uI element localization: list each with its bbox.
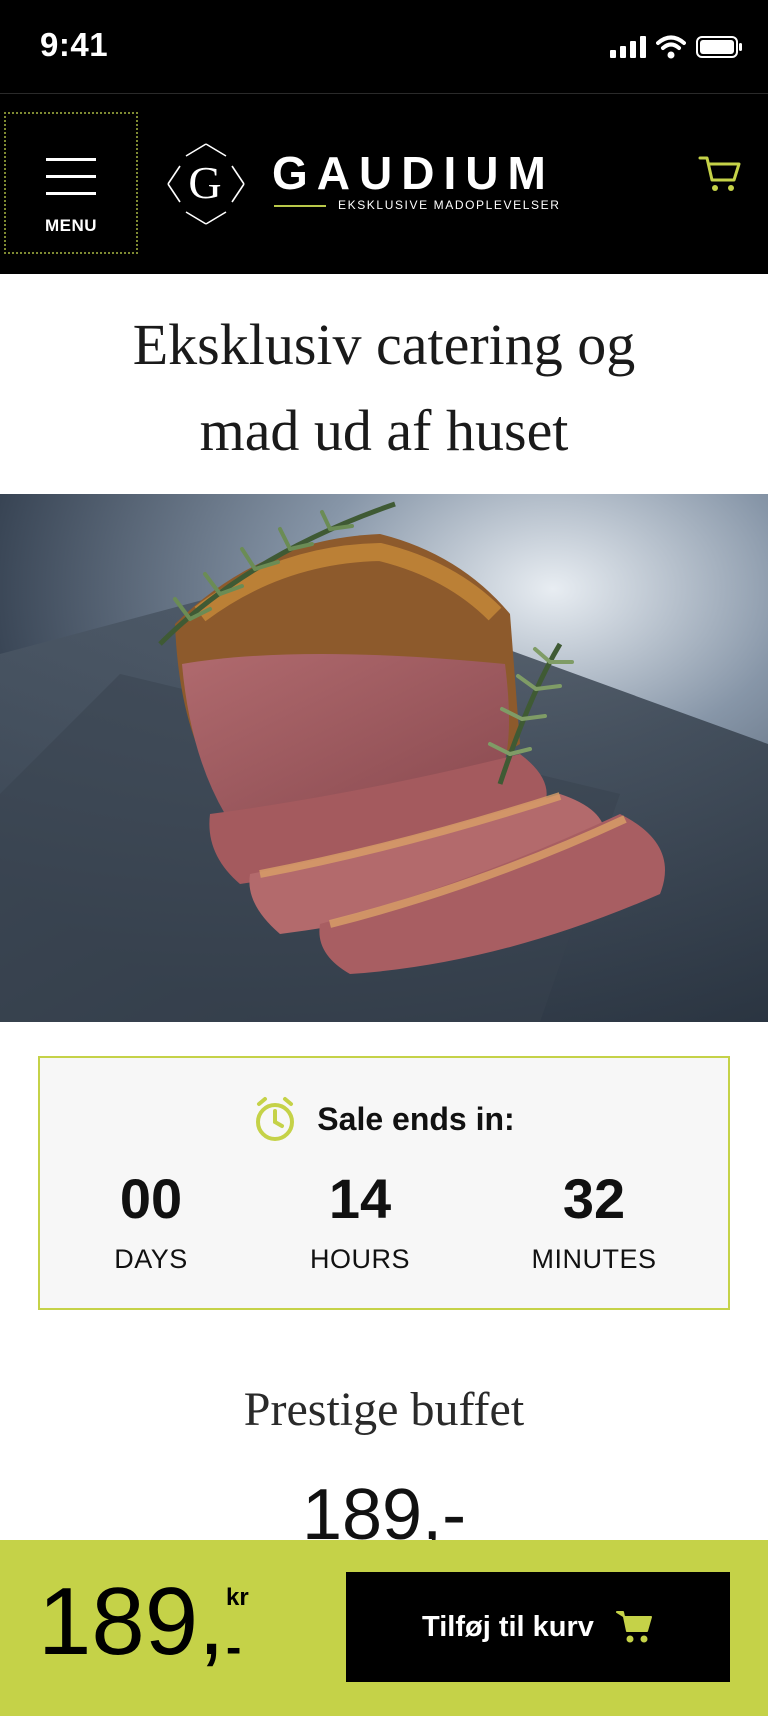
brand-tagline: EKSKLUSIVE MADOPLEVELSER: [338, 198, 561, 212]
status-time: 9:41: [40, 26, 109, 63]
stopwatch-icon: [256, 1097, 295, 1141]
hero-image: [0, 494, 768, 1022]
product-name: Prestige buffet: [243, 1383, 525, 1436]
sale-header: Sale ends in:: [40, 1094, 728, 1144]
cellular-signal-icon: [610, 36, 646, 58]
menu-label: MENU: [44, 216, 98, 235]
wifi-icon: [656, 35, 686, 59]
site-header: MENU G GAUDIUM EKSKLUSIVE MADOPLEVELSER: [0, 94, 768, 274]
brand-name: GAUDIUM: [272, 147, 555, 199]
hours-value: 14: [328, 1167, 392, 1230]
shopping-cart-icon[interactable]: [698, 154, 742, 194]
days-value: 00: [119, 1167, 183, 1230]
sale-countdown: Sale ends in: 00 DAYS 14 HOURS 32 MINUTE…: [38, 1056, 730, 1310]
minutes-value: 32: [562, 1167, 626, 1230]
hours-label: HOURS: [309, 1244, 410, 1274]
logo-letter: G: [188, 157, 222, 208]
page-title-line2: mad ud af huset: [199, 398, 569, 463]
add-to-cart-button[interactable]: Tilføj til kurv: [346, 1572, 730, 1682]
cart-bar-price: 189,: [38, 1568, 225, 1675]
shopping-cart-icon: [615, 1611, 652, 1643]
status-bar: 9:41: [0, 0, 768, 94]
logo-rule: [274, 205, 326, 207]
countdown-hours: 14 HOURS: [260, 1166, 460, 1275]
status-icons: [610, 32, 744, 62]
minutes-label: MINUTES: [531, 1244, 657, 1274]
countdown-minutes: 32 MINUTES: [494, 1166, 694, 1275]
sticky-cart-bar: 189, kr - Tilføj til kurv: [0, 1540, 768, 1716]
cart-bar-currency: kr: [226, 1584, 249, 1611]
cart-bar-dash: -: [226, 1621, 242, 1673]
days-label: DAYS: [114, 1244, 188, 1274]
hamburger-icon: [46, 158, 96, 209]
battery-icon: [696, 36, 742, 58]
menu-button[interactable]: MENU: [4, 112, 138, 254]
page-title-line1: Eksklusiv catering og: [132, 312, 636, 377]
roast-beef-image: [0, 494, 768, 1022]
page-title: Eksklusiv catering og mad ud af huset: [0, 302, 768, 474]
add-to-cart-label: Tilføj til kurv: [422, 1610, 594, 1643]
sale-label: Sale ends in:: [317, 1100, 515, 1137]
countdown-days: 00 DAYS: [51, 1166, 251, 1275]
brand-logo[interactable]: G GAUDIUM EKSKLUSIVE MADOPLEVELSER: [162, 142, 602, 226]
